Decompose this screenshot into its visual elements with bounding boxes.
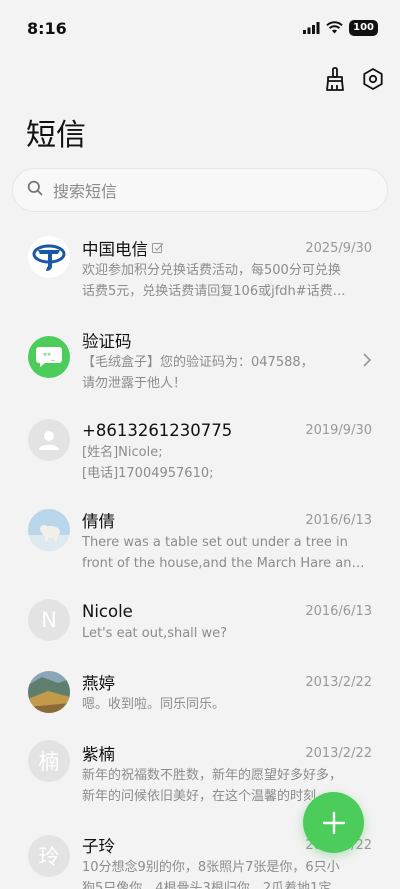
- message-date: 2013/2/22: [305, 674, 372, 690]
- conversation-content: 燕婷 2013/2/22 嗯。收到啦。同乐同乐。: [82, 670, 372, 716]
- verification-code-icon: **_: [28, 336, 70, 378]
- letter-avatar: N: [28, 599, 70, 641]
- new-message-button[interactable]: [303, 792, 364, 853]
- letter-avatar: 玲: [28, 835, 70, 877]
- search-icon: [27, 180, 43, 200]
- conversation-item[interactable]: 倩倩 2016/6/13 There was a table set out u…: [0, 496, 400, 586]
- contact-name: Nicole: [82, 601, 133, 621]
- contact-name-text: 中国电信: [82, 240, 148, 259]
- photo-polar-bear: [28, 509, 70, 551]
- preview-line: 10分想念9别的你，8张照片7张是你，6只小: [82, 860, 340, 875]
- conversation-item[interactable]: +8613261230775 2019/9/30 [姓名]Nicole; [电话…: [0, 406, 400, 496]
- contact-name: 中国电信: [82, 236, 164, 260]
- conversation-item[interactable]: 燕婷 2013/2/22 嗯。收到啦。同乐同乐。: [0, 656, 400, 726]
- conversation-content: 倩倩 2016/6/13 There was a table set out u…: [82, 508, 372, 574]
- conversation-content: 中国电信 2025/9/30 欢迎参加积分兑换话费活动，每500分可兑换 话费5…: [82, 236, 372, 302]
- preview-line: 【毛绒盒子】您的验证码为：047588，: [82, 355, 314, 370]
- message-date: 2016/6/13: [305, 512, 372, 528]
- message-preview: There was a table set out under a tree i…: [82, 533, 372, 574]
- letter-avatar: 楠: [28, 740, 70, 782]
- settings-icon[interactable]: [358, 64, 388, 94]
- status-time: 8:16: [27, 18, 67, 38]
- signal-icon: [303, 19, 320, 38]
- svg-text:**_: **_: [43, 352, 56, 361]
- chevron-right-icon: [362, 352, 372, 372]
- message-preview: 欢迎参加积分兑换话费活动，每500分可兑换 话费5元，兑换话费请回复106或jf…: [82, 261, 372, 302]
- status-icons: 100: [303, 19, 378, 38]
- toolbar: [320, 64, 388, 94]
- preview-line: Let's eat out,shall we?: [82, 626, 228, 641]
- person-icon: [28, 419, 70, 461]
- conversation-item[interactable]: N Nicole 2016/6/13 Let's eat out,shall w…: [0, 586, 400, 656]
- message-preview: Let's eat out,shall we?: [82, 624, 372, 645]
- message-preview: 10分想念9别的你，8张照片7张是你，6只小 狗5只像你，4根骨头3根归你，2瓜…: [82, 858, 372, 889]
- preview-line: 话费5元，兑换话费请回复106或jfdh#话费…: [82, 283, 346, 299]
- plus-icon: [322, 811, 345, 834]
- conversation-item[interactable]: 中国电信 2025/9/30 欢迎参加积分兑换话费活动，每500分可兑换 话费5…: [0, 226, 400, 316]
- preview-line: front of the house,and the March Hare an…: [82, 555, 365, 571]
- page-title: 短信: [26, 118, 86, 153]
- wifi-icon: [326, 19, 343, 38]
- message-date: 2019/9/30: [305, 422, 372, 438]
- preview-line: 请勿泄露于他人！: [82, 375, 187, 391]
- contact-name: 紫楠: [82, 745, 115, 764]
- preview-line: [姓名]Nicole;: [82, 445, 163, 460]
- contact-name: 燕婷: [82, 674, 115, 693]
- preview-line: 嗯。收到啦。同乐同乐。: [82, 697, 226, 712]
- message-preview: 【毛绒盒子】您的验证码为：047588， 请勿泄露于他人！: [82, 353, 348, 394]
- photo-landscape: [28, 671, 70, 713]
- message-preview: 嗯。收到啦。同乐同乐。: [82, 695, 372, 716]
- contact-name: +8613261230775: [82, 420, 233, 440]
- china-telecom-logo: [28, 236, 70, 278]
- preview-line: [电话]17004957610;: [82, 465, 214, 481]
- broom-icon[interactable]: [320, 64, 350, 94]
- conversation-content: 验证码 【毛绒盒子】您的验证码为：047588， 请勿泄露于他人！: [82, 328, 348, 394]
- message-date: 2016/6/13: [305, 603, 372, 619]
- message-date: 2025/9/30: [305, 240, 372, 256]
- preview-line: 新年的祝福数不胜数，新年的愿望好多好多，: [82, 768, 343, 783]
- preview-line: 狗5只像你，4根骨头3根归你，2瓜着地1定: [82, 880, 332, 889]
- contact-name: 倩倩: [82, 512, 115, 531]
- contact-name: 子玲: [82, 837, 115, 856]
- message-preview: [姓名]Nicole; [电话]17004957610;: [82, 443, 372, 484]
- message-date: 2013/2/22: [305, 745, 372, 761]
- conversation-content: +8613261230775 2019/9/30 [姓名]Nicole; [电话…: [82, 418, 372, 484]
- verified-icon: [152, 239, 164, 258]
- conversation-item[interactable]: **_ 验证码 【毛绒盒子】您的验证码为：047588， 请勿泄露于他人！: [0, 316, 400, 406]
- status-bar: 8:16 100: [0, 0, 400, 56]
- conversation-content: Nicole 2016/6/13 Let's eat out,shall we?: [82, 599, 372, 645]
- preview-line: There was a table set out under a tree i…: [82, 535, 348, 550]
- battery-indicator: 100: [349, 20, 378, 36]
- search-input[interactable]: 搜索短信: [12, 168, 388, 212]
- contact-name: 验证码: [82, 332, 132, 351]
- search-placeholder: 搜索短信: [53, 182, 118, 201]
- preview-line: 欢迎参加积分兑换话费活动，每500分可兑换: [82, 263, 341, 278]
